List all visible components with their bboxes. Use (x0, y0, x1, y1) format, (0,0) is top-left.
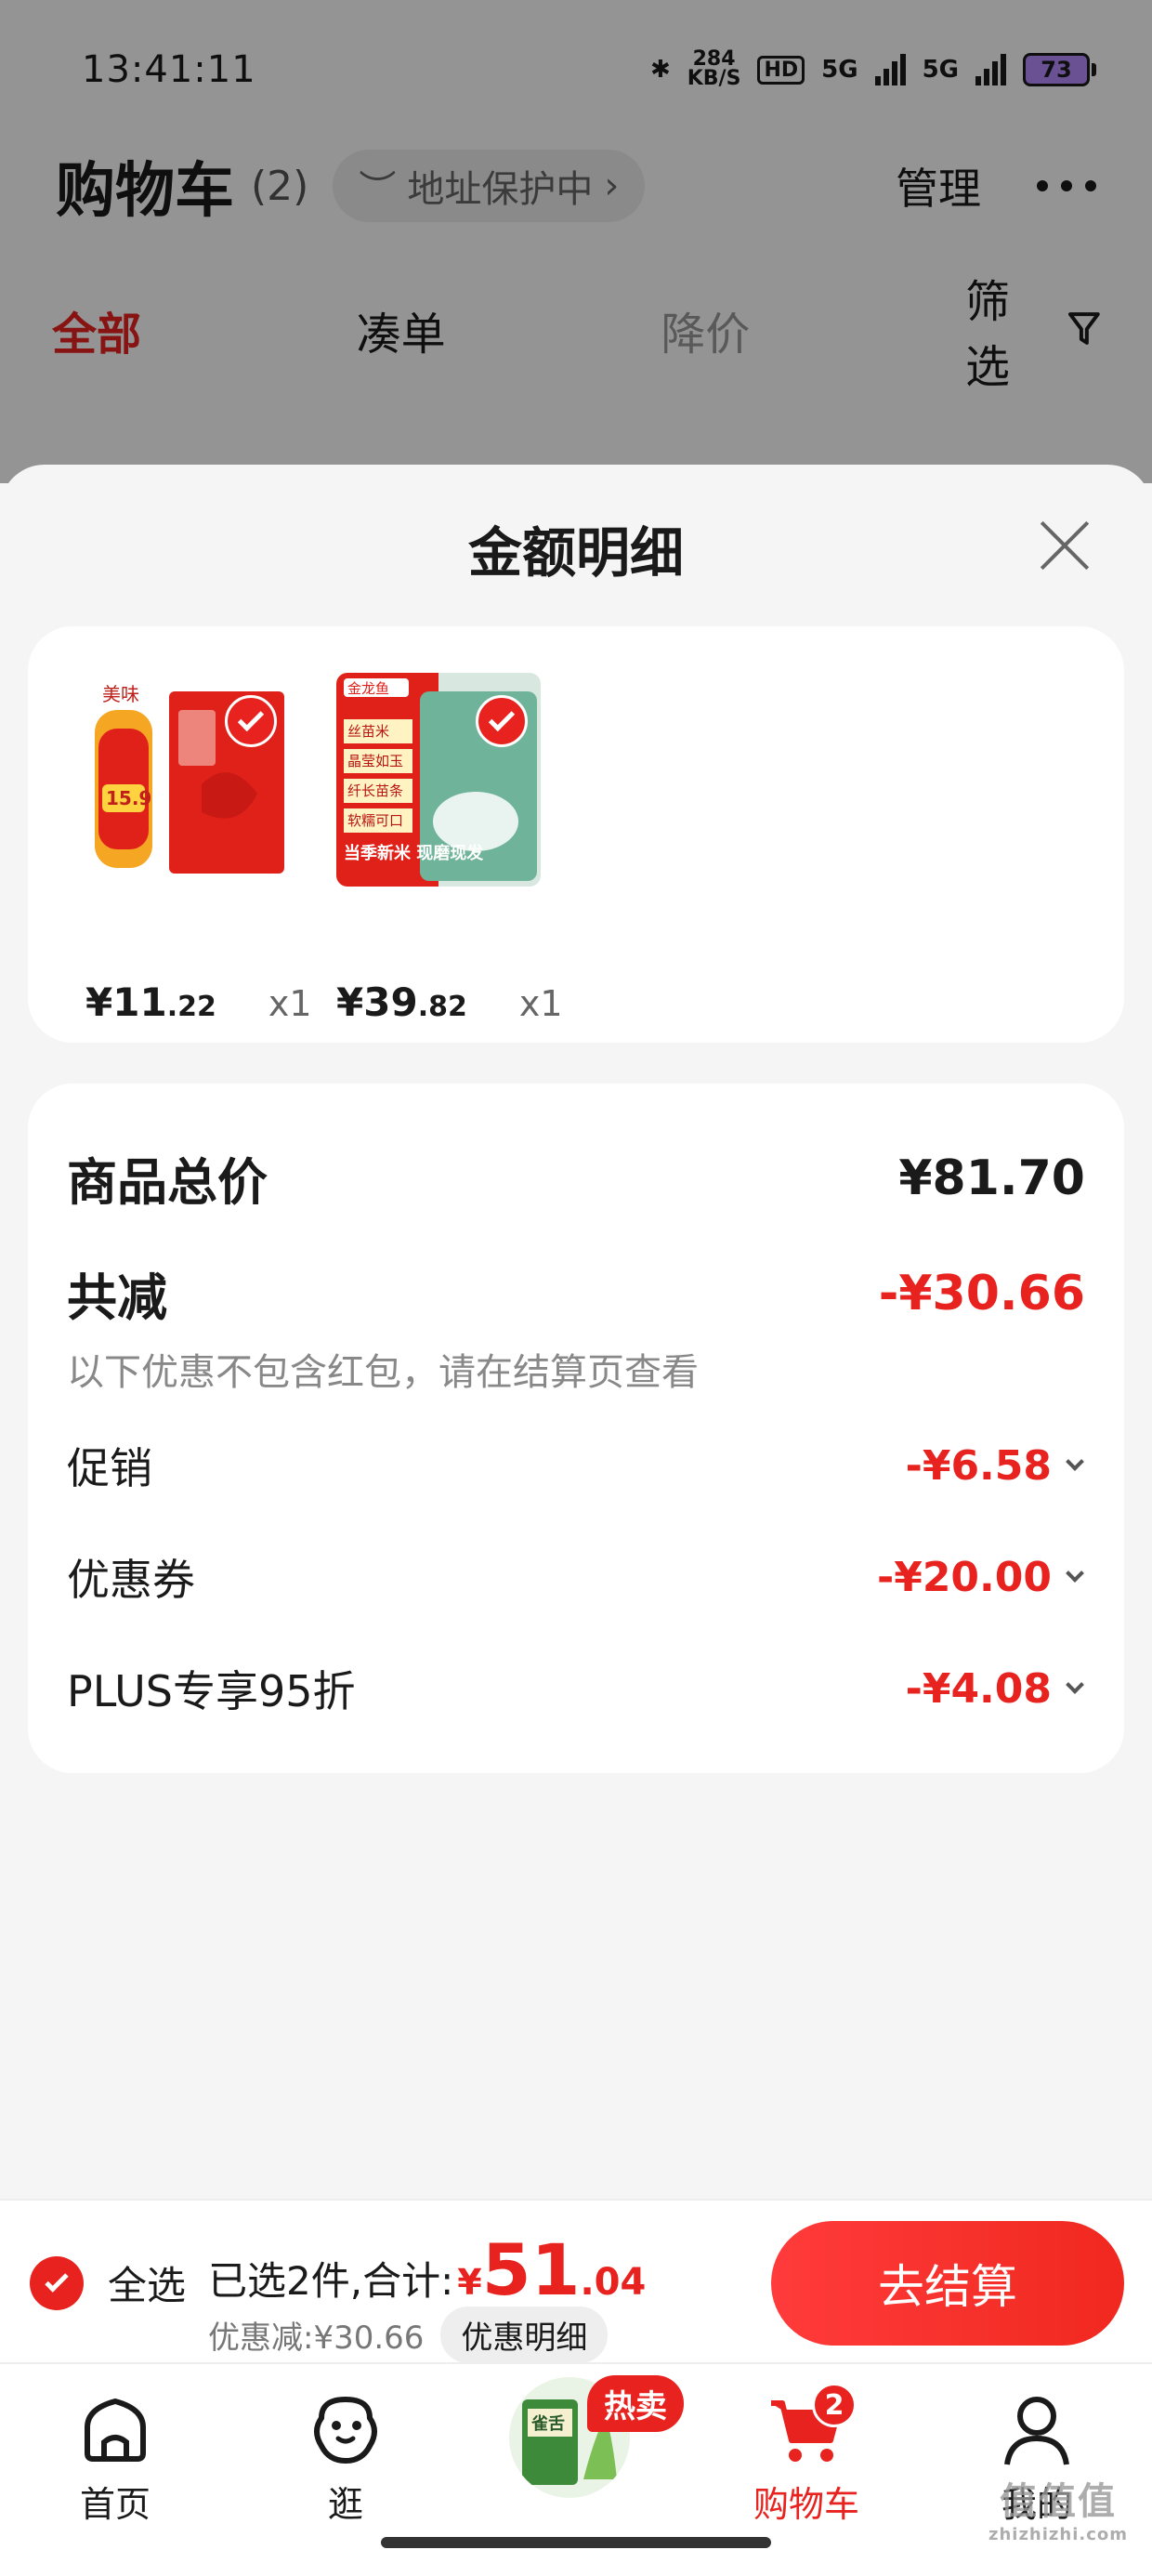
dim-overlay[interactable] (0, 0, 1152, 483)
plus-discount-value: -¥4.08 (905, 1664, 1052, 1713)
promotion-value: -¥6.58 (905, 1441, 1052, 1490)
svg-text:软糯可口: 软糯可口 (347, 812, 403, 829)
product-price: ¥ 39 .82 x1 (336, 979, 563, 1025)
discount-detail-button[interactable]: 优惠明细 (440, 2307, 609, 2363)
coupon-row[interactable]: 优惠券 -¥20.00 (67, 1546, 1085, 1608)
selected-products-card: 美味 15.9 ¥ 11 .22 x1 金龙鱼 丝苗米 晶莹如玉 纤长苗条 软糯… (28, 626, 1124, 1043)
selected-check-icon (476, 695, 528, 747)
coupon-label: 优惠券 (67, 1555, 195, 1605)
svg-text:当季新米 现磨现发: 当季新米 现磨现发 (344, 843, 484, 863)
product-item[interactable]: 金龙鱼 丝苗米 晶莹如玉 纤长苗条 软糯可口 当季新米 现磨现发 ¥ 39 .8… (336, 673, 615, 1025)
select-all-label: 全选 (108, 2263, 187, 2308)
nav-label-browse: 逛 (327, 2484, 363, 2525)
total-reduction-row: 共减 -¥30.66 (67, 1256, 1085, 1330)
chevron-down-icon[interactable] (1066, 1564, 1084, 1583)
promotion-row[interactable]: 促销 -¥6.58 (67, 1435, 1085, 1496)
discount-note: 以下优惠不包含红包，请在结算页查看 (67, 1351, 699, 1394)
checkout-bar: 全选 已选2件,合计: ¥ 51 .04 优惠减:¥30.66 优惠明细 去结算 (0, 2199, 1152, 2363)
sheet-title: 金额明细 (467, 521, 684, 585)
hot-sale-badge: 热卖 (587, 2375, 684, 2432)
chevron-down-icon[interactable] (1066, 1452, 1084, 1471)
product-quantity: x1 (518, 983, 563, 1024)
selected-total: 已选2件,合计: ¥ 51 .04 (208, 2228, 647, 2311)
selected-count-text: 已选2件,合计: (208, 2258, 454, 2304)
coupon-value: -¥20.00 (876, 1553, 1052, 1601)
plus-discount-label: PLUS专享95折 (67, 1666, 356, 1716)
svg-text:15.9: 15.9 (106, 787, 151, 809)
nav-item-browse[interactable]: 逛 (253, 2390, 439, 2527)
browse-face-icon (314, 2396, 377, 2464)
home-indicator[interactable] (381, 2537, 771, 2548)
total-price-value: ¥81.70 (898, 1150, 1085, 1206)
plus-discount-row[interactable]: PLUS专享95折 -¥4.08 (67, 1658, 1085, 1719)
total-amount: 51 (481, 2228, 581, 2311)
svg-text:美味: 美味 (102, 683, 139, 705)
product-quantity: x1 (268, 983, 312, 1024)
cart-icon: 2 (767, 2383, 857, 2468)
nav-label-home: 首页 (79, 2484, 151, 2525)
checkout-button[interactable]: 去结算 (771, 2221, 1124, 2346)
nav-label-cart: 购物车 (753, 2484, 859, 2525)
svg-text:金龙鱼: 金龙鱼 (347, 680, 389, 697)
svg-text:雀舌: 雀舌 (530, 2413, 565, 2434)
cart-badge: 2 (812, 2383, 857, 2427)
nav-item-home[interactable]: 首页 (22, 2390, 208, 2527)
site-watermark: 值值值 zhizhizhi.com (988, 2480, 1128, 2544)
total-price-row: 商品总价 ¥81.70 (67, 1141, 1085, 1215)
svg-text:纤长苗条: 纤长苗条 (347, 782, 403, 799)
select-all-toggle[interactable]: 全选 (30, 2254, 186, 2311)
close-icon[interactable] (1031, 513, 1096, 578)
total-reduction-value: -¥30.66 (878, 1265, 1085, 1321)
promotion-label: 促销 (67, 1443, 152, 1493)
discount-amount: 优惠减:¥30.66 (208, 2320, 425, 2357)
svg-text:晶莹如玉: 晶莹如玉 (347, 753, 403, 769)
rice-bag-green-image: 金龙鱼 丝苗米 晶莹如玉 纤长苗条 软糯可口 当季新米 现磨现发 (336, 673, 541, 887)
price-summary-card: 商品总价 ¥81.70 共减 -¥30.66 以下优惠不包含红包，请在结算页查看… (28, 1084, 1124, 1773)
total-reduction-label: 共减 (67, 1268, 167, 1327)
checkbox-checked-icon[interactable] (30, 2255, 84, 2310)
rice-bag-red-image: 美味 15.9 (85, 673, 290, 887)
profile-icon (1004, 2397, 1069, 2465)
product-price: ¥ 11 .22 x1 (85, 979, 312, 1025)
total-price-label: 商品总价 (67, 1153, 268, 1212)
chevron-down-icon[interactable] (1066, 1676, 1084, 1694)
discount-line: 优惠减:¥30.66 优惠明细 (208, 2307, 609, 2363)
product-item[interactable]: 美味 15.9 ¥ 11 .22 x1 (85, 673, 364, 1025)
svg-text:丝苗米: 丝苗米 (347, 723, 389, 740)
selected-check-icon (225, 695, 277, 747)
nav-item-cart[interactable]: 2 购物车 (713, 2383, 899, 2527)
amount-detail-sheet: 金额明细 美味 15.9 ¥ 11 .22 x1 金龙鱼 丝苗米 晶莹如玉 纤长… (0, 465, 1152, 2199)
home-icon (85, 2399, 146, 2462)
